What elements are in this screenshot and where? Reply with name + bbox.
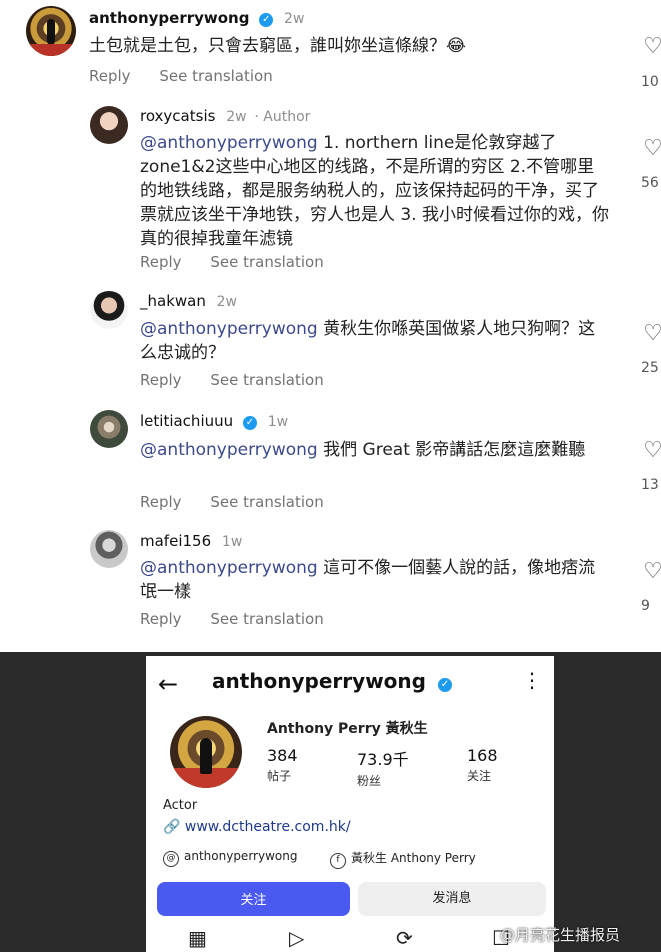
verified-badge-icon: ✓ [242, 416, 257, 430]
avatar[interactable] [26, 6, 76, 56]
stat-value: 384 [267, 746, 298, 765]
avatar[interactable] [90, 410, 128, 448]
comment-username-row: letitiachiuuu ✓ 1w [140, 412, 288, 430]
profile-full-name: Anthony Perry 黃秋生 [267, 721, 428, 737]
reply-button[interactable]: Reply [140, 493, 182, 511]
reply-button[interactable]: Reply [140, 371, 182, 389]
profile-avatar[interactable] [170, 716, 242, 788]
threads-icon: @ [163, 851, 179, 867]
comment-username[interactable]: anthonyperrywong [89, 9, 249, 27]
reels-tab-icon[interactable]: ▷ [289, 926, 304, 950]
like-count: 25 [641, 360, 659, 376]
reply-button[interactable]: Reply [140, 253, 182, 271]
comment-text: @anthonyperrywong 這可不像一個藝人說的話，像地痞流氓一樣 [140, 558, 596, 602]
see-translation-link[interactable]: See translation [210, 371, 323, 389]
avatar[interactable] [90, 291, 128, 329]
verified-badge-icon: ✓ [259, 13, 274, 27]
comment-actions: Reply See translation [140, 371, 348, 389]
reply-button[interactable]: Reply [140, 610, 182, 628]
mention-link[interactable]: @anthonyperrywong [140, 133, 318, 153]
comment-text: @anthonyperrywong 黄秋生你喺英国做紧人地只狗啊？这么忠诚的？ [140, 319, 596, 363]
comment-username[interactable]: letitiachiuuu [140, 412, 233, 430]
like-count: 13 [641, 477, 659, 493]
see-translation-link[interactable]: See translation [210, 610, 323, 628]
verified-badge-icon: ✓ [437, 678, 452, 692]
stat-label: 关注 [467, 769, 492, 783]
comment-text: 土包就是土包，只會去窮區，誰叫妳坐這條線？😂 [89, 36, 466, 56]
profile-card: ← anthonyperrywong ✓ ⋮ Anthony Perry 黃秋生… [146, 656, 554, 952]
comment-username-row: mafei156 1w [140, 532, 242, 550]
author-tag: · Author [254, 109, 311, 125]
profile-username: anthonyperrywong ✓ [212, 669, 452, 693]
following-stat[interactable]: 168 关注 [467, 746, 498, 784]
reply-button[interactable]: Reply [89, 67, 131, 85]
comment-time: 1w [221, 534, 243, 550]
heart-icon[interactable]: ♡ [638, 136, 661, 161]
posts-stat[interactable]: 384 帖子 [267, 746, 298, 784]
comment-username[interactable]: roxycatsis [140, 107, 215, 125]
like-count: 9 [641, 598, 650, 614]
heart-icon[interactable]: ♡ [638, 34, 661, 59]
followers-stat[interactable]: 73.9千 粉丝 [357, 746, 409, 789]
comment-username-row: roxycatsis 2w · Author [140, 107, 310, 125]
message-button[interactable]: 发消息 [358, 882, 546, 916]
threads-chip[interactable]: @ anthonyperrywong [163, 849, 297, 867]
mention-link[interactable]: @anthonyperrywong [140, 558, 318, 578]
see-translation-link[interactable]: See translation [159, 67, 272, 85]
more-options-icon[interactable]: ⋮ [522, 668, 542, 692]
stat-label: 粉丝 [357, 774, 382, 788]
heart-icon[interactable]: ♡ [638, 559, 661, 584]
avatar[interactable] [90, 106, 128, 144]
comment-username-row: anthonyperrywong ✓ 2w [89, 9, 304, 27]
reposts-tab-icon[interactable]: ⟳ [396, 926, 413, 950]
mention-link[interactable]: @anthonyperrywong [140, 440, 318, 460]
heart-icon[interactable]: ♡ [638, 438, 661, 463]
comment-actions: Reply See translation [140, 253, 348, 271]
comment-text: @anthonyperrywong 1. northern line是伦敦穿越了… [140, 133, 610, 249]
see-translation-link[interactable]: See translation [210, 253, 323, 271]
follow-button[interactable]: 关注 [157, 882, 350, 916]
comment-username[interactable]: _hakwan [140, 292, 206, 310]
comment-time: 1w [267, 414, 289, 430]
like-count: 56 [641, 175, 659, 191]
comment-text: @anthonyperrywong 我們 Great 影帝講話怎麼這麼難聽 [140, 440, 586, 460]
comment-time: 2w [226, 109, 247, 125]
grid-tab-icon[interactable]: ▦ [188, 926, 207, 950]
comment-username-row: _hakwan 2w [140, 292, 237, 310]
stat-label: 帖子 [267, 769, 292, 783]
facebook-icon: f [330, 853, 346, 869]
see-translation-link[interactable]: See translation [210, 493, 323, 511]
link-icon: 🔗 [163, 819, 181, 835]
comment-actions: Reply See translation [89, 67, 297, 85]
comment-actions: Reply See translation [140, 610, 348, 628]
back-arrow-icon[interactable]: ← [158, 670, 178, 698]
profile-bio: Actor [163, 798, 198, 813]
comment-time: 2w [216, 294, 237, 310]
heart-icon[interactable]: ♡ [638, 321, 661, 346]
stat-value: 168 [467, 746, 498, 765]
stat-value: 73.9千 [357, 750, 409, 769]
comments-panel: anthonyperrywong ✓ 2w 土包就是土包，只會去窮區，誰叫妳坐這… [0, 0, 661, 652]
profile-website-link[interactable]: 🔗 www.dctheatre.com.hk/ [163, 819, 351, 835]
facebook-chip[interactable]: f 黃秋生 Anthony Perry [330, 849, 476, 869]
mention-link[interactable]: @anthonyperrywong [140, 319, 318, 339]
comment-time: 2w [284, 11, 305, 27]
comment-actions: Reply See translation [140, 493, 348, 511]
avatar[interactable] [90, 530, 128, 568]
comment-username[interactable]: mafei156 [140, 532, 211, 550]
watermark: @月亮花生播报员 [500, 926, 621, 944]
like-count: 10 [641, 74, 659, 90]
